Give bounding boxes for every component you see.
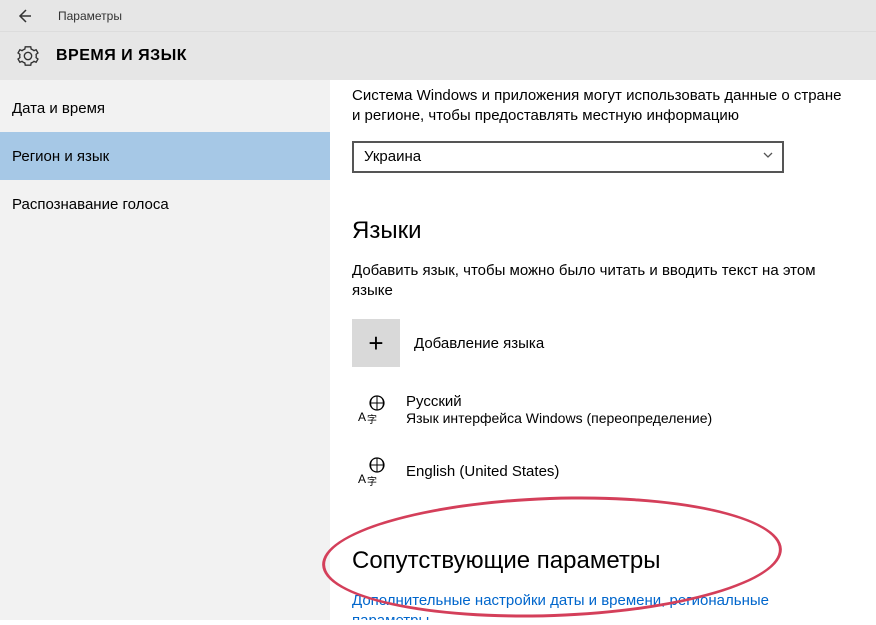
- svg-text:字: 字: [367, 475, 377, 488]
- language-info: Русский Язык интерфейса Windows (переопр…: [406, 393, 712, 426]
- language-item[interactable]: A 字 English (United States): [352, 451, 559, 491]
- add-language-button[interactable]: + Добавление языка: [352, 319, 544, 367]
- header: ВРЕМЯ И ЯЗЫК: [0, 32, 876, 80]
- language-subtitle: Язык интерфейса Windows (переопределение…: [406, 410, 712, 426]
- related-settings-heading: Сопутствующие параметры: [352, 547, 846, 575]
- sidebar: Дата и время Регион и язык Распознавание…: [0, 80, 330, 620]
- back-button[interactable]: [8, 0, 40, 32]
- window-title: Параметры: [58, 9, 122, 23]
- sidebar-item-speech[interactable]: Распознавание голоса: [0, 180, 330, 228]
- content: Дата и время Регион и язык Распознавание…: [0, 80, 876, 620]
- sidebar-item-date-time[interactable]: Дата и время: [0, 84, 330, 132]
- dropdown-selected: Украина: [364, 148, 421, 165]
- page-title: ВРЕМЯ И ЯЗЫК: [56, 47, 187, 65]
- arrow-left-icon: [16, 8, 32, 24]
- language-info: English (United States): [406, 463, 559, 480]
- languages-description: Добавить язык, чтобы можно было читать и…: [352, 261, 846, 302]
- chevron-down-icon: [762, 149, 774, 164]
- additional-date-time-regional-link[interactable]: Дополнительные настройки даты и времени,…: [352, 591, 792, 620]
- sidebar-item-region-language[interactable]: Регион и язык: [0, 132, 330, 180]
- sidebar-item-label: Распознавание голоса: [12, 196, 169, 213]
- languages-heading: Языки: [352, 217, 846, 245]
- language-name: English (United States): [406, 463, 559, 480]
- svg-text:A: A: [358, 410, 366, 424]
- titlebar: Параметры: [0, 0, 876, 32]
- main-panel: Система Windows и приложения могут испол…: [330, 80, 876, 620]
- country-region-dropdown[interactable]: Украина: [352, 141, 784, 173]
- gear-icon: [16, 44, 40, 68]
- language-icon: A 字: [352, 389, 392, 429]
- add-language-label: Добавление языка: [414, 335, 544, 352]
- svg-text:字: 字: [367, 413, 377, 426]
- region-description: Система Windows и приложения могут испол…: [352, 86, 846, 127]
- language-name: Русский: [406, 393, 712, 410]
- plus-icon: +: [352, 319, 400, 367]
- language-icon: A 字: [352, 451, 392, 491]
- sidebar-item-label: Дата и время: [12, 100, 105, 117]
- svg-text:A: A: [358, 472, 366, 486]
- language-item[interactable]: A 字 Русский Язык интерфейса Windows (пер…: [352, 389, 712, 429]
- sidebar-item-label: Регион и язык: [12, 148, 109, 165]
